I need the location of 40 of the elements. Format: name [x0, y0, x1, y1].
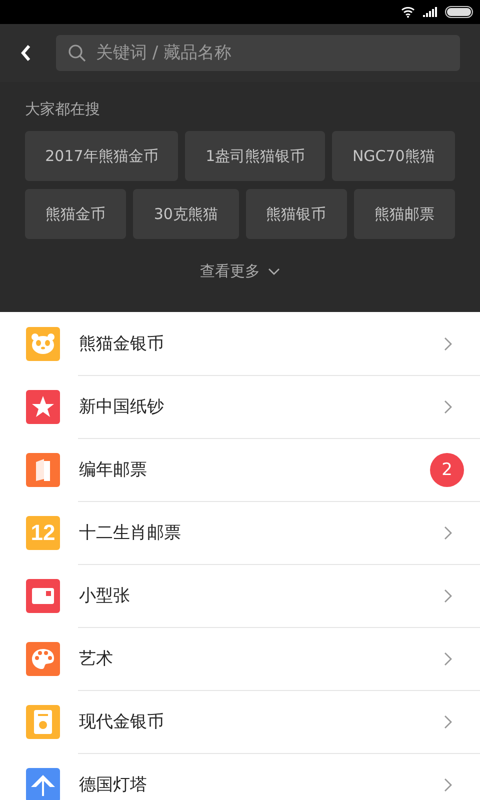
- chevron-right-icon: [444, 588, 452, 602]
- chevron-right-icon: [444, 652, 452, 666]
- show-more-link[interactable]: 查看更多: [194, 261, 286, 282]
- search-tag[interactable]: NGC70熊猫: [332, 131, 455, 181]
- category-item[interactable]: 德国灯塔: [0, 753, 480, 800]
- chevron-down-icon: [268, 268, 280, 276]
- chevron-right-icon: [444, 714, 452, 728]
- category-label: 十二生肖邮票: [79, 522, 182, 544]
- number-icon: 12: [26, 516, 60, 550]
- category-label: 熊猫金银币: [79, 333, 165, 355]
- search-field[interactable]: 关键词 / 藏品名称: [56, 35, 460, 71]
- chevron-right-icon: [444, 526, 452, 540]
- category-label: 现代金银币: [79, 711, 165, 733]
- chevron-right-icon: [444, 336, 452, 350]
- category-label: 艺术: [79, 648, 114, 670]
- battery-icon: [445, 6, 473, 18]
- category-label: 新中国纸钞: [79, 396, 165, 418]
- category-item[interactable]: 熊猫金银币: [0, 312, 480, 375]
- signal-icon: [423, 7, 437, 17]
- search-tag[interactable]: 1盎司熊猫银币: [185, 131, 326, 181]
- chevron-right-icon: [444, 778, 452, 792]
- wifi-icon: [401, 6, 415, 18]
- search-tag[interactable]: 熊猫邮票: [354, 189, 456, 239]
- category-label: 小型张: [79, 585, 131, 607]
- category-label: 德国灯塔: [79, 774, 148, 796]
- section-title: 大家都在搜: [25, 100, 101, 119]
- category-item[interactable]: 小型张: [0, 564, 480, 627]
- chevron-right-icon: [444, 400, 452, 414]
- category-item[interactable]: 新中国纸钞: [0, 375, 480, 438]
- search-tag[interactable]: 熊猫金币: [25, 189, 126, 239]
- category-item[interactable]: 编年邮票 2: [0, 438, 480, 501]
- count-badge: 2: [430, 452, 464, 486]
- back-icon: [20, 44, 32, 62]
- category-item[interactable]: 12 十二生肖邮票: [0, 501, 480, 564]
- category-item[interactable]: 现代金银币: [0, 690, 480, 753]
- search-tag[interactable]: 30克熊猫: [133, 189, 239, 239]
- search-tag[interactable]: 熊猫银币: [246, 189, 347, 239]
- category-item[interactable]: 艺术: [0, 627, 480, 690]
- category-label: 编年邮票: [79, 459, 148, 481]
- search-tag[interactable]: 2017年熊猫金币: [25, 131, 178, 181]
